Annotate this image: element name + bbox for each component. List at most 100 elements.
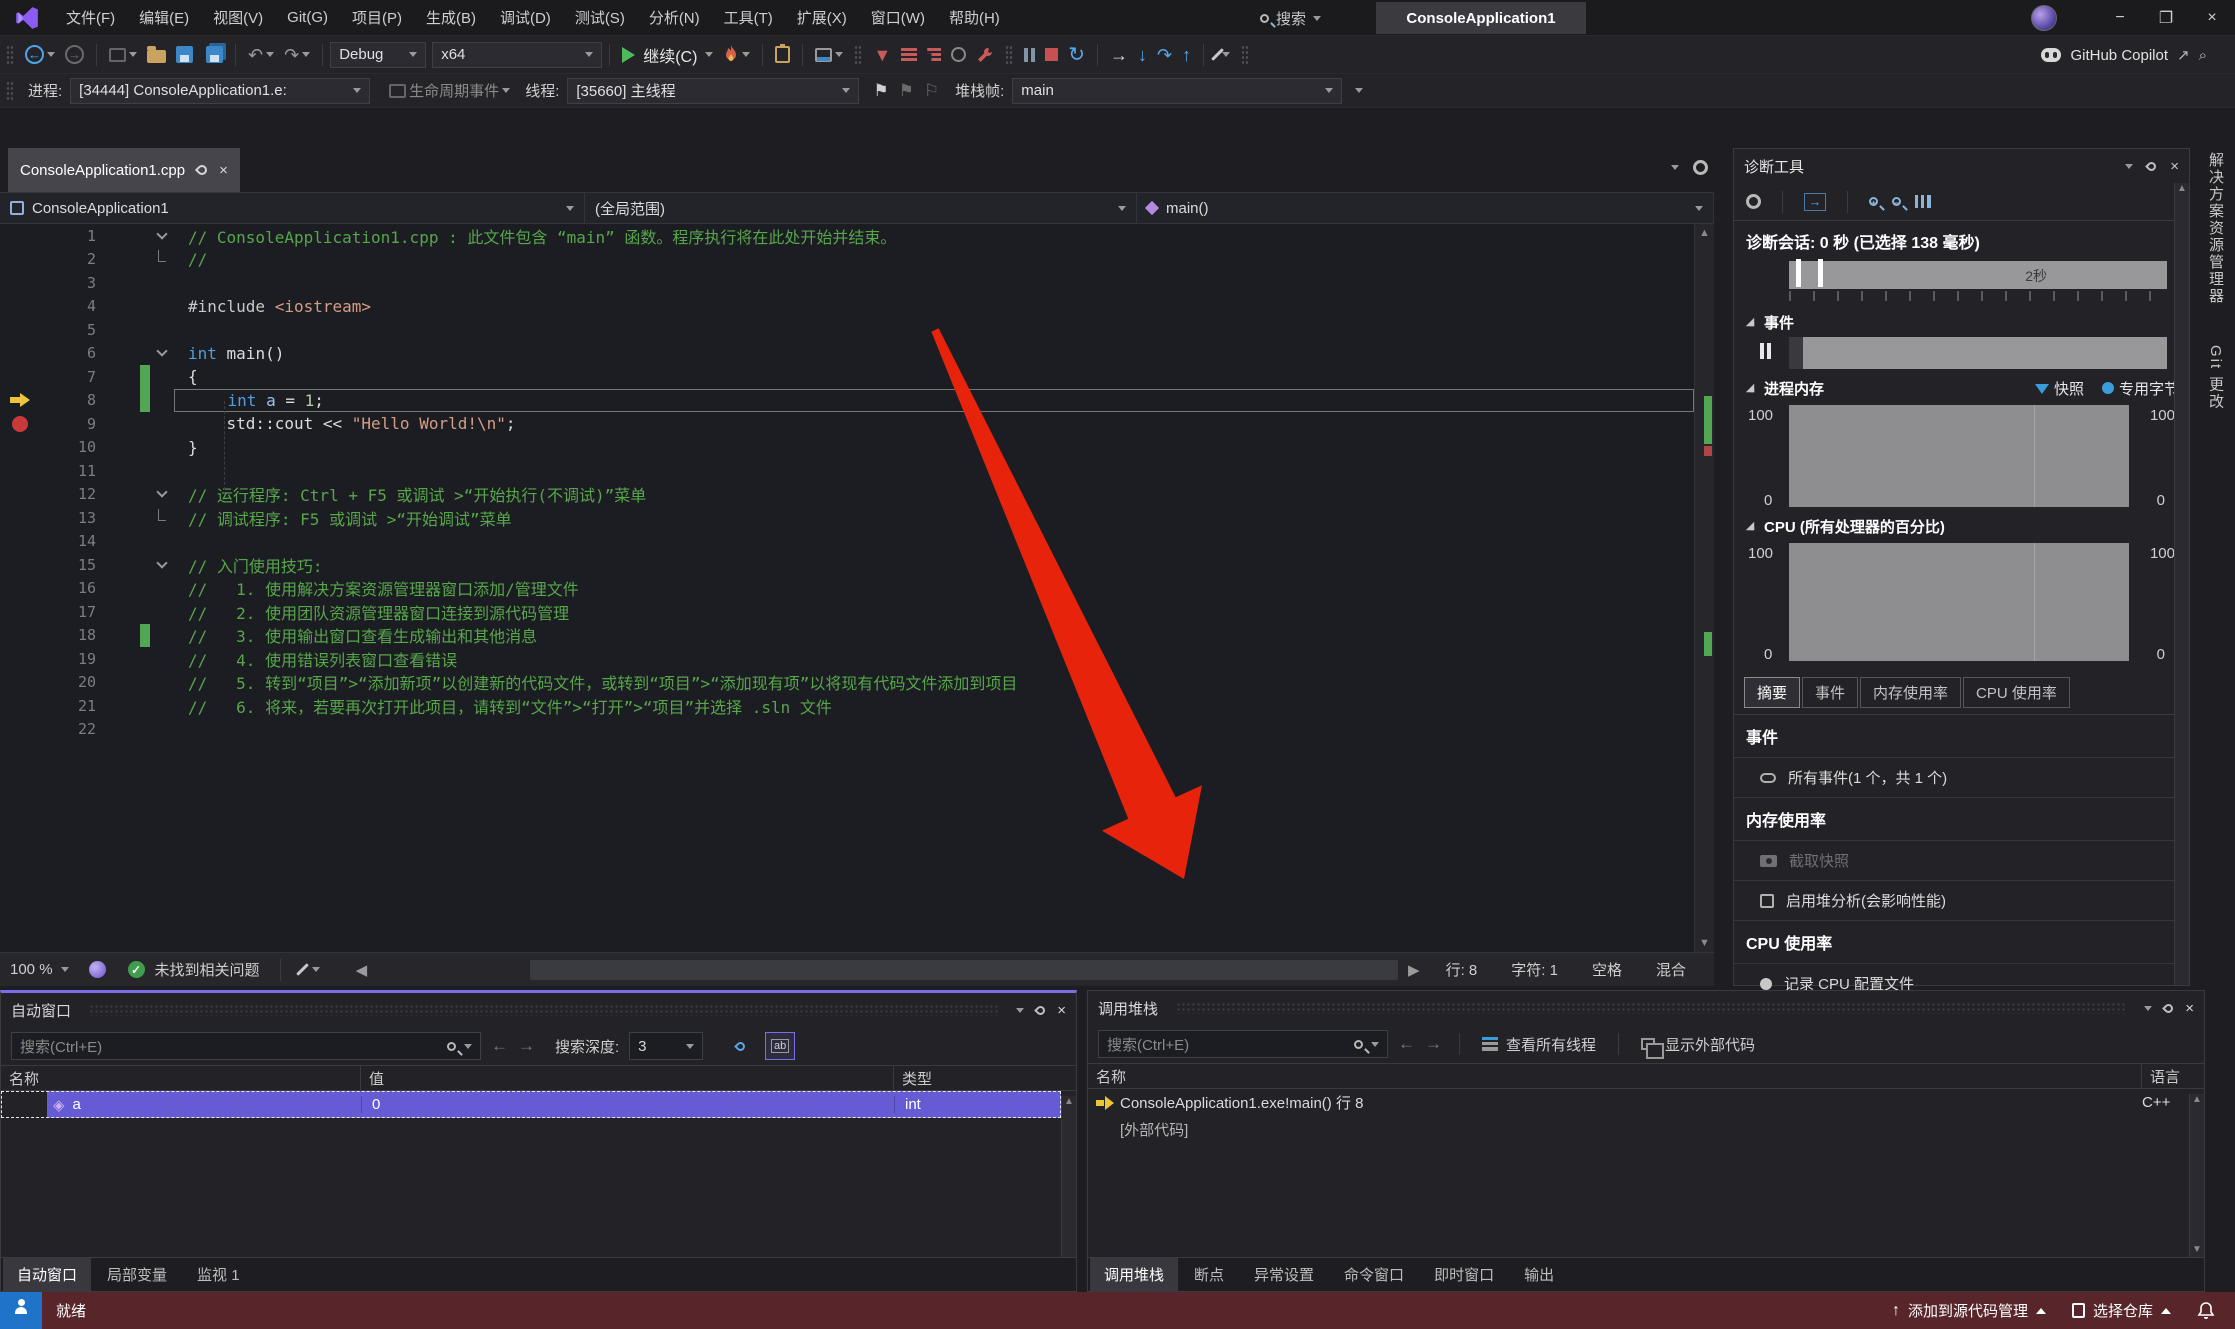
process-dropdown[interactable]: [34444] ConsoleApplication1.e: (70, 77, 371, 104)
menu-item[interactable]: 测试(S) (565, 3, 635, 32)
scroll-down-arrow[interactable]: ▼ (1695, 934, 1714, 952)
platform-dropdown[interactable]: x64 (432, 41, 603, 68)
column-language[interactable]: 语言 (2142, 1064, 2204, 1088)
chart-icon[interactable] (1915, 195, 1931, 208)
zoom-out-icon[interactable]: − (1892, 197, 1901, 208)
show-next-statement-button[interactable]: → (1105, 40, 1133, 70)
callstack-tab-4[interactable]: 命令窗口 (1330, 1258, 1418, 1291)
show-diagnostics-button[interactable]: ▼ (868, 40, 896, 70)
menu-item[interactable]: 生成(B) (416, 3, 486, 32)
breakpoint-margin[interactable] (0, 271, 40, 295)
autos-row-a[interactable]: ◈ a 0 int (1, 1091, 1076, 1118)
breakpoint-margin[interactable] (0, 389, 40, 413)
breakpoint-margin[interactable] (0, 459, 40, 483)
breakpoint-margin[interactable] (0, 365, 40, 389)
autos-tab-3[interactable]: 监视 1 (183, 1258, 254, 1291)
callstack-tab-2[interactable]: 断点 (1180, 1258, 1238, 1291)
breakpoint-margin[interactable] (0, 224, 40, 248)
close-icon[interactable]: × (2170, 158, 2179, 175)
fold-margin[interactable] (150, 459, 174, 483)
diagnostics-scrollbar[interactable]: ▲ (2174, 183, 2189, 985)
stack-options-button[interactable] (1350, 76, 1368, 106)
stop-button[interactable] (1040, 40, 1063, 70)
code-line[interactable]: 22 (0, 718, 1694, 742)
open-external-icon[interactable]: ↗ (2177, 46, 2190, 64)
add-to-source-control-button[interactable]: ↑ 添加到源代码管理 (1892, 1300, 2046, 1321)
fold-margin[interactable] (150, 694, 174, 718)
navigate-forward-button[interactable]: → (60, 40, 89, 70)
autos-tab-1[interactable]: 自动窗口 (3, 1258, 92, 1291)
minimize-button[interactable]: − (2097, 0, 2143, 36)
menu-item[interactable]: 扩展(X) (787, 3, 857, 32)
gear-icon[interactable] (1690, 157, 1711, 178)
menu-item[interactable]: 编辑(E) (129, 3, 199, 32)
fold-margin[interactable] (150, 506, 174, 530)
fold-margin[interactable] (150, 365, 174, 389)
code-line[interactable]: 13 // 调试程序: F5 或调试 >“开始调试”菜单 (0, 506, 1694, 530)
breakpoint-margin[interactable] (0, 718, 40, 742)
select-repository-button[interactable]: 选择仓库 (2071, 1300, 2171, 1321)
pin-icon[interactable] (2145, 159, 2159, 173)
settings-gear-icon[interactable] (1743, 191, 1764, 212)
spaces-indicator[interactable]: 空格 (1592, 959, 1622, 980)
flag-icon[interactable]: ⚑ (873, 81, 888, 101)
callstack-tab-1[interactable]: 调用堆栈 (1090, 1258, 1179, 1291)
breakpoint-icon[interactable] (12, 415, 28, 432)
fold-margin[interactable] (150, 342, 174, 366)
account-avatar[interactable] (2031, 5, 2057, 31)
breakpoint-margin[interactable] (0, 530, 40, 554)
fold-margin[interactable] (150, 295, 174, 319)
code-line[interactable]: 12 // 运行程序: Ctrl + F5 或调试 >“开始执行(不调试)”菜单 (0, 483, 1694, 507)
fold-margin[interactable] (150, 412, 174, 436)
intellicode-icon[interactable] (88, 961, 106, 978)
show-raw-structure-button[interactable]: ab (765, 1032, 796, 1060)
breakpoint-margin[interactable] (0, 318, 40, 342)
fold-margin[interactable] (150, 389, 174, 413)
callstack-scrollbar[interactable]: ▲ ▼ (2189, 1094, 2204, 1257)
undo-button[interactable]: ↶ (243, 40, 279, 70)
member-dropdown[interactable]: main() (1137, 193, 1714, 223)
fold-margin[interactable] (150, 436, 174, 460)
cpu-section-header[interactable]: CPU (所有处理器的百分比) (1734, 513, 2189, 539)
code-cleanup-icon[interactable] (295, 963, 309, 976)
breakpoint-margin[interactable] (0, 483, 40, 507)
toolbar-grip[interactable] (6, 44, 14, 65)
column-type[interactable]: 类型 (894, 1066, 1076, 1090)
fold-margin[interactable] (150, 553, 174, 577)
pin-icon[interactable] (2162, 1001, 2176, 1015)
code-cleanup-dropdown[interactable] (311, 967, 320, 972)
flag-format-button[interactable] (725, 1032, 755, 1060)
zoom-in-icon[interactable]: + (1869, 197, 1878, 208)
breakpoint-margin[interactable] (0, 553, 40, 577)
configuration-dropdown[interactable]: Debug (330, 41, 427, 68)
project-dropdown[interactable]: ConsoleApplication1 (0, 193, 585, 223)
lifecycle-events-button[interactable]: 生命周期事件 (384, 76, 515, 106)
breakpoint-margin[interactable] (0, 647, 40, 671)
pause-button[interactable] (1019, 40, 1040, 70)
breakpoint-margin[interactable] (0, 506, 40, 530)
events-track[interactable] (1734, 335, 2189, 375)
code-line[interactable]: 3 (0, 271, 1694, 295)
code-line[interactable]: 8 int a = 1; (0, 388, 1694, 413)
menu-item[interactable]: 分析(N) (639, 3, 710, 32)
code-line[interactable]: 11 (0, 459, 1694, 483)
events-section-header[interactable]: 事件 (1734, 309, 2189, 335)
hot-reload-button[interactable] (718, 40, 755, 70)
code-line[interactable]: 1 // ConsoleApplication1.cpp : 此文件包含 “mai… (0, 224, 1694, 248)
code-line[interactable]: 7{ (0, 365, 1694, 389)
tab-list-dropdown-icon[interactable] (1671, 165, 1679, 170)
fold-margin[interactable] (150, 318, 174, 342)
thread-dropdown[interactable]: [35660] 主线程 (567, 77, 860, 104)
fold-margin[interactable] (150, 671, 174, 695)
prev-result-button[interactable]: ← (491, 1036, 508, 1056)
editor-vertical-scrollbar[interactable]: ▲ ▼ (1694, 224, 1714, 952)
step-over-button[interactable]: ↷ (1152, 40, 1177, 70)
drag-grip[interactable] (1176, 1002, 2127, 1014)
search-depth-dropdown[interactable]: 3 (629, 1032, 704, 1060)
fold-margin[interactable] (150, 530, 174, 554)
search-box[interactable]: 搜索 (1252, 4, 1329, 32)
window-position-dropdown-icon[interactable] (1016, 1007, 1025, 1013)
fold-chevron-icon[interactable] (156, 228, 168, 240)
autos-scrollbar[interactable]: ▲ (1061, 1096, 1076, 1257)
breakpoint-margin[interactable] (0, 577, 40, 601)
